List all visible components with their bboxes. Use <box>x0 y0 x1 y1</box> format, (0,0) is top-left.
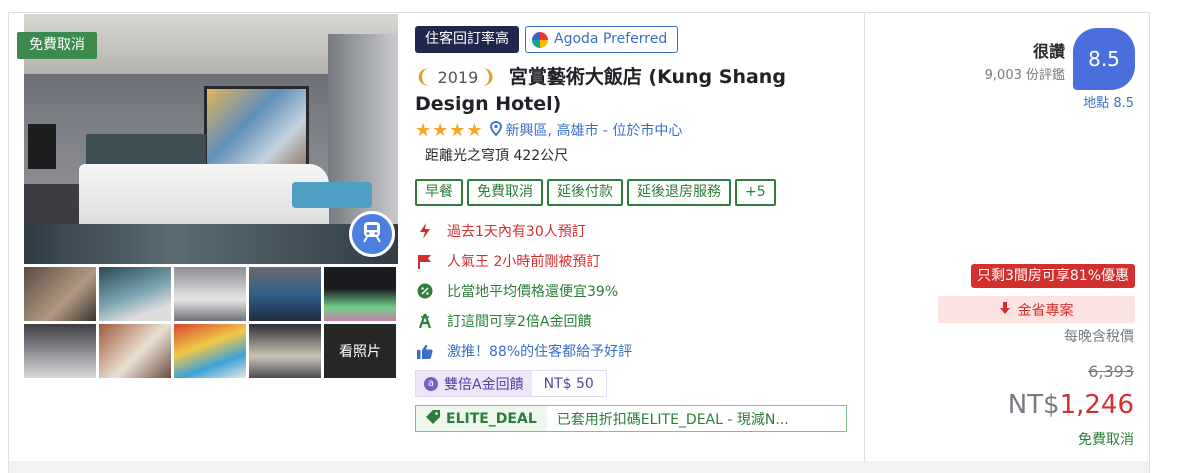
thumbs-up-icon <box>415 341 435 361</box>
thumbnail-photo[interactable] <box>24 324 96 378</box>
perk-text: 訂這間可享2倍A金回饋 <box>447 314 592 330</box>
cashback-coin-icon: a <box>424 376 438 391</box>
laurel-right-icon: ❩ <box>480 66 497 88</box>
review-word: 很讚 <box>1032 42 1065 61</box>
transit-button[interactable] <box>349 211 395 257</box>
perk-cheaper: 比當地平均價格還便宜39% <box>415 276 855 306</box>
perk-text: 人氣王 2小時前剛被預訂 <box>447 254 601 270</box>
free-cancel-note: 免費取消 <box>1078 432 1134 448</box>
cashback-label: 雙倍A金回饋 <box>444 376 524 393</box>
coupon-box[interactable]: ELITE_DEAL 已套用折扣碼ELITE_DEAL - 現減N... <box>415 405 847 432</box>
hotel-title[interactable]: ❨ 2019 ❩ 宮賞藝術大飯店 (Kung Shang Design Hotel… <box>415 64 855 117</box>
tag-row: 住客回訂率高 Agoda Preferred <box>415 26 855 53</box>
hotel-info: 住客回訂率高 Agoda Preferred ❨ 2019 ❩ 宮賞藝術大飯店 (… <box>415 26 855 432</box>
distance-to-landmark: 距離光之穹頂 422公尺 <box>425 148 569 164</box>
feature-late-checkout: 延後退房服務 <box>627 179 731 206</box>
agoda-logo-icon <box>532 31 548 48</box>
agoda-preferred-label: Agoda Preferred <box>554 31 668 47</box>
saver-deal-banner: 金省專案 <box>938 296 1135 323</box>
feature-free-cancel: 免費取消 <box>467 179 543 206</box>
per-night-note: 每晚含稅價 <box>1064 329 1134 345</box>
agoda-preferred-tag[interactable]: Agoda Preferred <box>525 26 679 53</box>
column-divider <box>864 12 865 462</box>
review-score-badge[interactable]: 8.5 <box>1073 28 1135 90</box>
perk-text: 過去1天內有30人預訂 <box>447 224 586 240</box>
perk-recent-bookings: 過去1天內有30人預訂 <box>415 216 855 246</box>
thumbnail-photo[interactable] <box>249 324 321 378</box>
feature-breakfast: 早餐 <box>415 179 463 206</box>
thumbnail-photo[interactable] <box>99 267 171 321</box>
view-photos-button[interactable]: 看照片 <box>324 324 396 378</box>
thumbnail-photo[interactable] <box>324 267 396 321</box>
card-footer-strip <box>8 461 1150 473</box>
cashback-amount: NT$ 50 <box>531 371 606 396</box>
perk-recommend: 激推！88%的住客都給予好評 <box>415 336 855 366</box>
laurel-left-icon: ❨ <box>415 66 431 88</box>
thumbnail-photo[interactable] <box>174 267 246 321</box>
star-rating: ★★★★ <box>415 119 484 141</box>
perk-cashback: 訂這間可享2倍A金回饋 <box>415 306 855 336</box>
photo-thumbnails: 看照片 <box>24 267 398 379</box>
map-pin-icon <box>489 120 502 140</box>
location-link[interactable]: 新興區, 高雄市 - 位於市中心 <box>506 120 683 140</box>
review-count[interactable]: 9,003 份評鑑 <box>985 64 1065 83</box>
coupon-code-box: ELITE_DEAL <box>416 406 547 431</box>
thumbnail-photo[interactable] <box>174 324 246 378</box>
award-year: 2019 <box>437 68 479 87</box>
coupon-message: 已套用折扣碼ELITE_DEAL - 現減N... <box>546 406 846 431</box>
currency-label: NT$ <box>1007 390 1060 420</box>
location-score: 地點 8.5 <box>1083 96 1134 111</box>
original-price: 6,393 <box>1088 362 1134 381</box>
tag-icon <box>426 409 440 428</box>
price-value: 1,246 <box>1059 390 1134 420</box>
cashback-box: a 雙倍A金回饋 NT$ 50 <box>415 370 607 397</box>
thumbnail-photo[interactable] <box>99 324 171 378</box>
urgency-banner: 只剩3間房可享81%優惠 <box>970 264 1135 288</box>
thumbnail-photo[interactable] <box>24 267 96 321</box>
free-cancel-badge: 免費取消 <box>17 32 97 59</box>
perk-text: 激推！88%的住客都給予好評 <box>447 344 633 360</box>
saver-deal-label: 金省專案 <box>1017 302 1074 319</box>
repeat-rate-tag: 住客回訂率高 <box>415 26 519 53</box>
flag-icon <box>415 251 435 271</box>
more-features-button[interactable]: +5 <box>735 179 776 206</box>
perk-popular: 人氣王 2小時前剛被預訂 <box>415 246 855 276</box>
current-price[interactable]: NT$1,246 <box>1008 390 1134 420</box>
lightning-icon <box>415 221 435 241</box>
cashback-label-box: a 雙倍A金回饋 <box>416 371 532 396</box>
perk-list: 過去1天內有30人預訂 人氣王 2小時前剛被預訂 比當地平均價格還便宜39% 訂… <box>415 216 855 366</box>
discount-badge-icon <box>415 281 435 301</box>
feature-chips: 早餐 免費取消 延後付款 延後退房服務 +5 <box>415 179 855 206</box>
train-icon <box>362 221 382 247</box>
perk-text: 比當地平均價格還便宜39% <box>447 284 619 300</box>
thumbnail-photo[interactable] <box>249 267 321 321</box>
feature-pay-later: 延後付款 <box>547 179 623 206</box>
coin-a-icon <box>415 311 435 331</box>
coupon-code: ELITE_DEAL <box>446 410 537 427</box>
arrow-down-icon <box>999 301 1010 318</box>
location-row: ★★★★ 新興區, 高雄市 - 位於市中心 <box>415 119 855 141</box>
